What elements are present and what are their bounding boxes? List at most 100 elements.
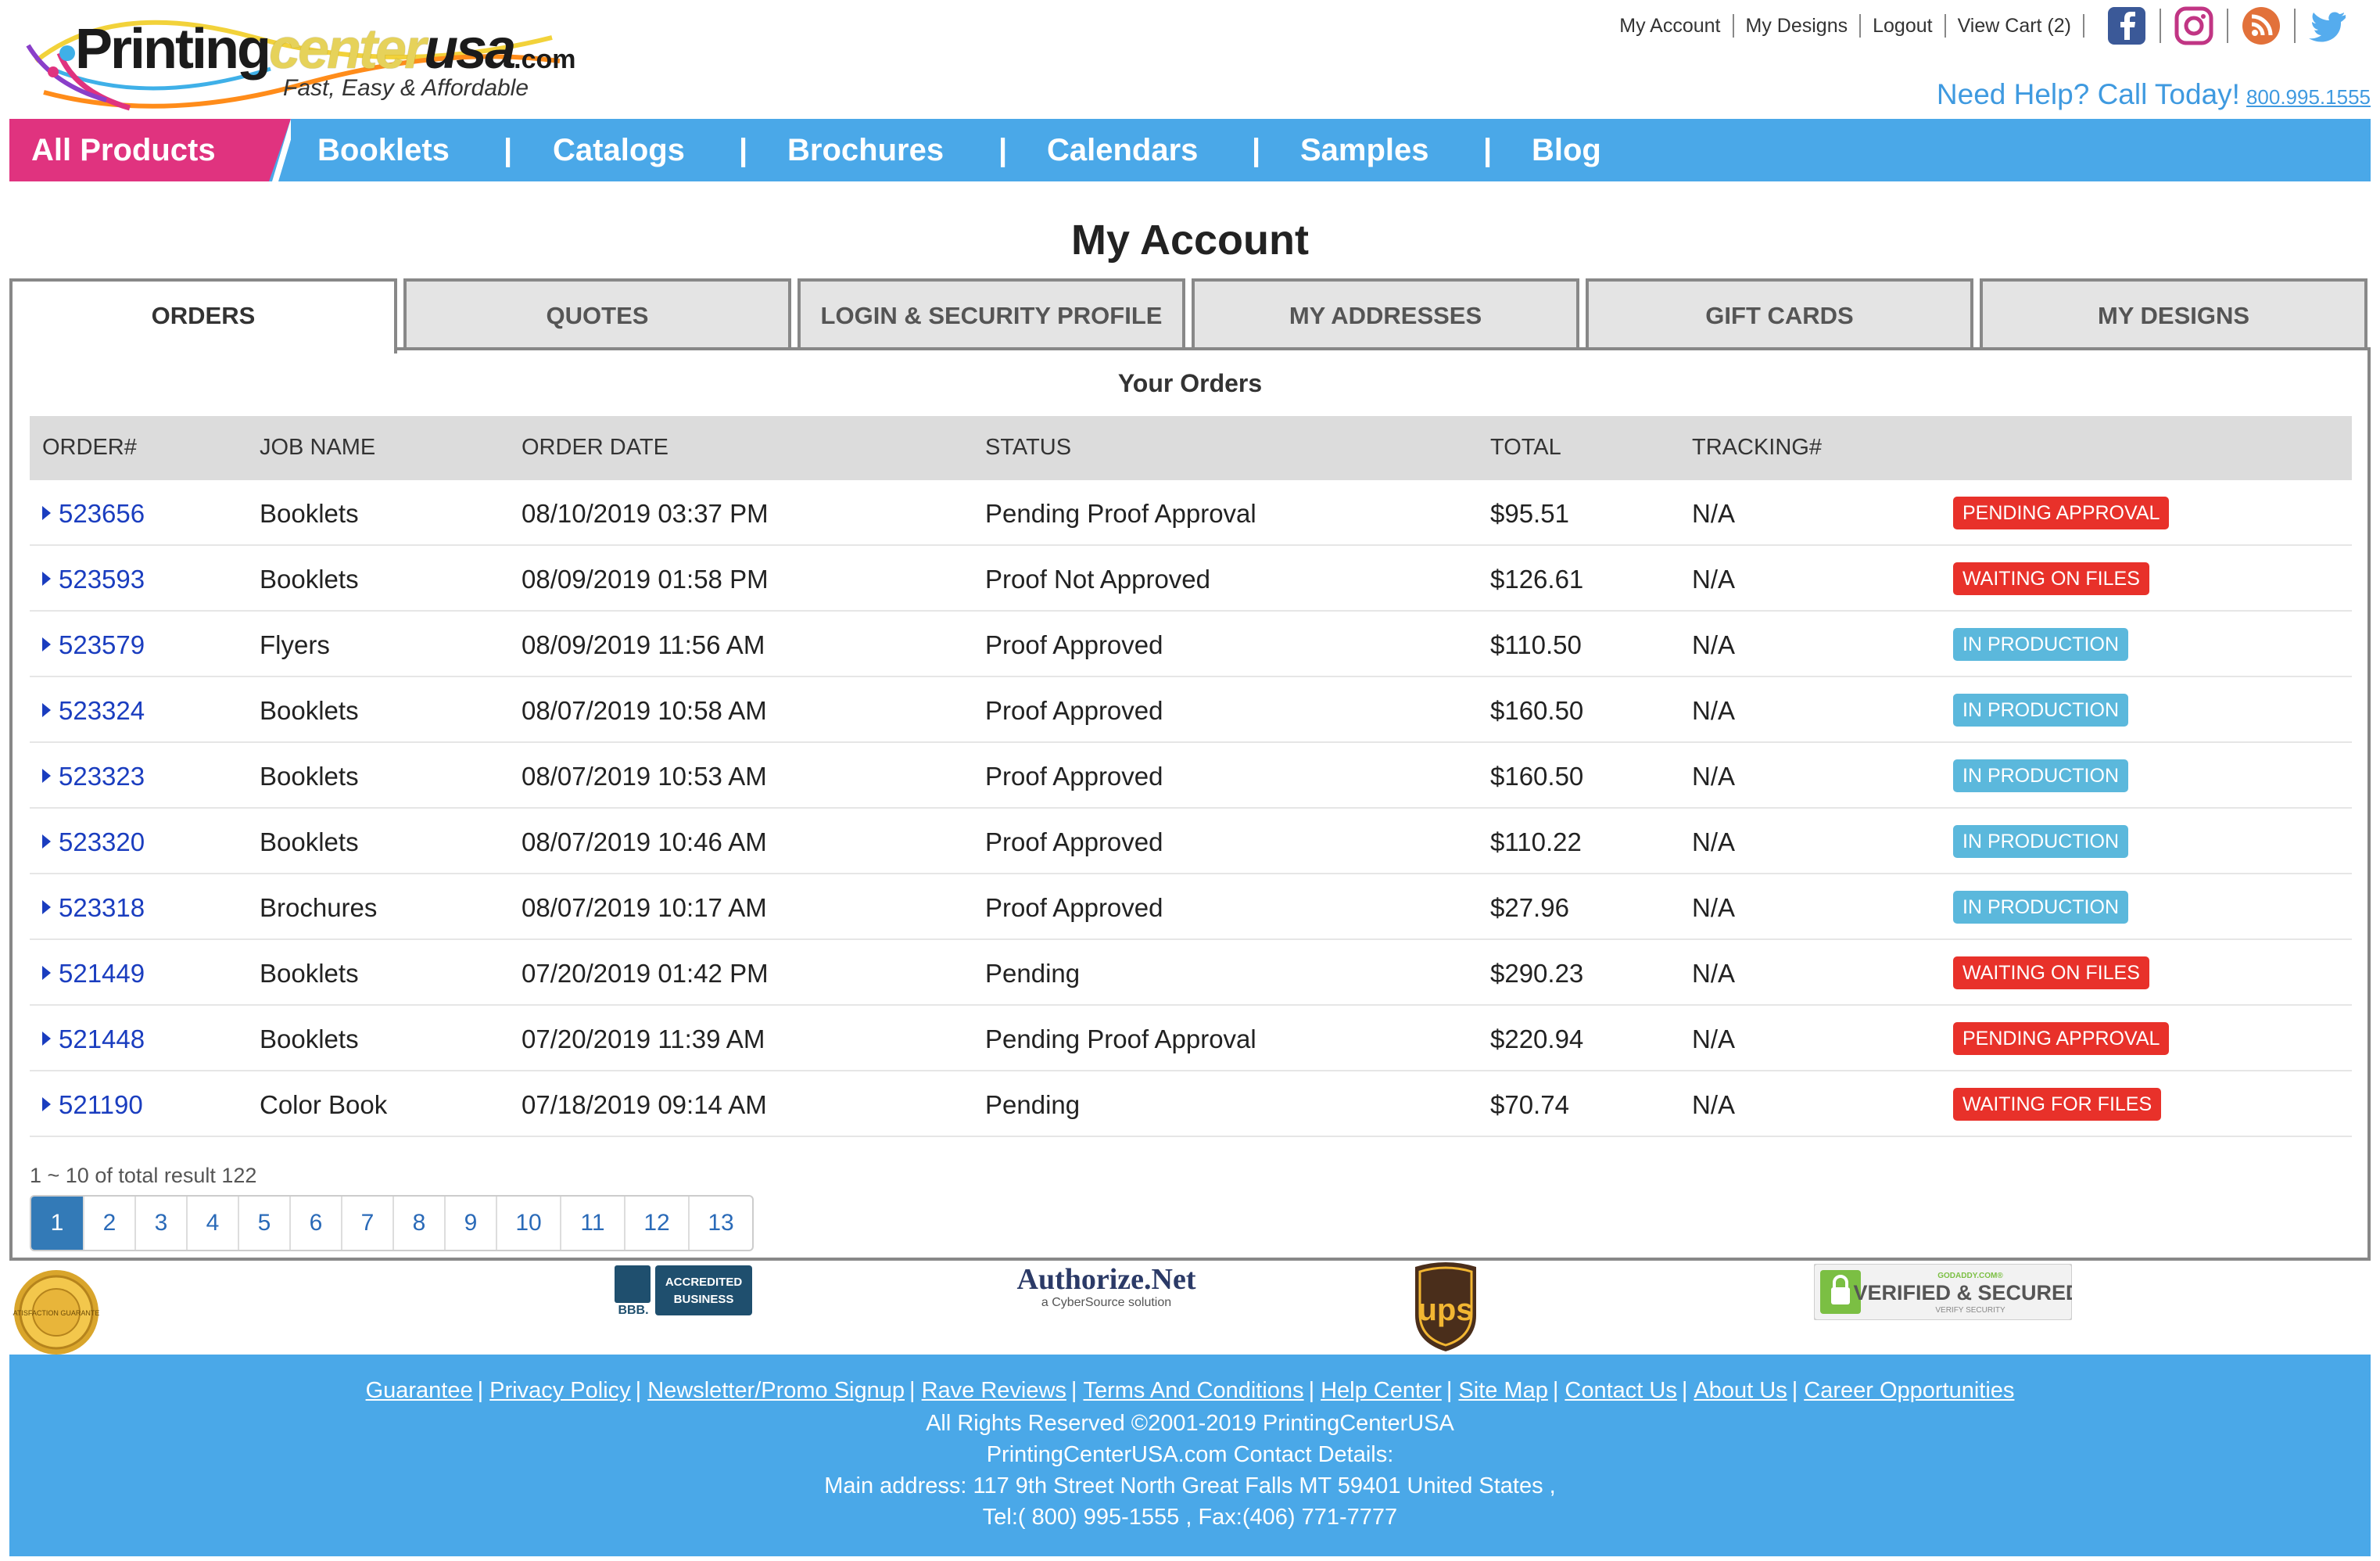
tab-login-security-profile[interactable]: LOGIN & SECURITY PROFILE <box>798 278 1185 347</box>
table-row: 523323 Booklets 08/07/2019 10:53 AM Proof A… <box>30 743 2352 809</box>
expand-caret-icon[interactable] <box>42 572 51 586</box>
site-footer: Guarantee | Privacy Policy | Newsletter/Prom… <box>9 1355 2371 1556</box>
order-number-link[interactable]: 523324 <box>42 696 145 726</box>
footer-link-about-us[interactable]: About Us <box>1694 1378 1787 1403</box>
page-link-10[interactable]: 10 <box>496 1197 560 1250</box>
order-number-link[interactable]: 523323 <box>42 762 145 791</box>
expand-caret-icon[interactable] <box>42 834 51 849</box>
footer-link-separator: | <box>1446 1378 1453 1403</box>
expand-caret-icon[interactable] <box>42 900 51 914</box>
tab-gift-cards[interactable]: GIFT CARDS <box>1586 278 1973 347</box>
expand-caret-icon[interactable] <box>42 966 51 980</box>
page-link-12[interactable]: 12 <box>624 1197 688 1250</box>
order-number-text[interactable]: 523323 <box>59 762 145 791</box>
help-phone-link[interactable]: 800.995.1555 <box>2246 85 2371 109</box>
order-number-text[interactable]: 523318 <box>59 893 145 922</box>
page-link-3[interactable]: 3 <box>134 1197 186 1250</box>
facebook-icon[interactable] <box>2106 5 2147 46</box>
order-status: Proof Approved <box>985 827 1163 856</box>
order-number-link[interactable]: 523579 <box>42 630 145 660</box>
logout-link[interactable]: Logout <box>1861 14 1946 38</box>
expand-caret-icon[interactable] <box>42 637 51 651</box>
footer-link-privacy-policy[interactable]: Privacy Policy <box>489 1378 631 1403</box>
svg-text:GODADDY.COM®: GODADDY.COM® <box>1937 1272 2003 1280</box>
expand-caret-icon[interactable] <box>42 1032 51 1046</box>
nav-item-catalogs[interactable]: Catalogs <box>553 133 685 168</box>
page-link-4[interactable]: 4 <box>186 1197 238 1250</box>
footer-link-guarantee[interactable]: Guarantee <box>366 1378 473 1403</box>
order-number-text[interactable]: 521449 <box>59 959 145 988</box>
page-link-7[interactable]: 7 <box>341 1197 392 1250</box>
footer-link-separator: | <box>1681 1378 1688 1403</box>
footer-link-help-center[interactable]: Help Center <box>1321 1378 1442 1403</box>
nav-item-brochures[interactable]: Brochures <box>787 133 944 168</box>
order-number-text[interactable]: 521190 <box>59 1090 143 1119</box>
footer-link-terms-and-conditions[interactable]: Terms And Conditions <box>1083 1378 1303 1403</box>
footer-link-separator: | <box>1791 1378 1798 1403</box>
my-designs-link[interactable]: My Designs <box>1734 14 1862 38</box>
svg-text:Authorize.Net: Authorize.Net <box>1017 1263 1196 1296</box>
nav-item-blog[interactable]: Blog <box>1532 133 1601 168</box>
trust-badges: SATISFACTION GUARANTEE BBB. ACCREDITED B… <box>0 1261 2380 1355</box>
footer-link-career-opportunities[interactable]: Career Opportunities <box>1804 1378 2014 1403</box>
page-link-6[interactable]: 6 <box>289 1197 341 1250</box>
order-number-text[interactable]: 523593 <box>59 565 145 594</box>
orders-panel: Your Orders ORDER# JOB NAME ORDER DATE S… <box>9 347 2371 1261</box>
status-badge: WAITING ON FILES <box>1953 956 2149 989</box>
order-number-link[interactable]: 523318 <box>42 893 145 923</box>
nav-all-products[interactable]: All Products <box>9 119 291 181</box>
tab-orders[interactable]: ORDERS <box>9 278 397 353</box>
nav-item-samples[interactable]: Samples <box>1300 133 1429 168</box>
footer-link-site-map[interactable]: Site Map <box>1458 1378 1547 1403</box>
page-link-9[interactable]: 9 <box>444 1197 496 1250</box>
nav-item-calendars[interactable]: Calendars <box>1047 133 1198 168</box>
orders-table: ORDER# JOB NAME ORDER DATE STATUS TOTAL … <box>30 416 2352 1137</box>
order-number-text[interactable]: 523320 <box>59 827 145 856</box>
status-badge: IN PRODUCTION <box>1953 891 2128 924</box>
svg-text:BBB.: BBB. <box>618 1304 648 1317</box>
page-link-1[interactable]: 1 <box>31 1197 83 1250</box>
page-link-11[interactable]: 11 <box>560 1197 624 1250</box>
status-badge: WAITING ON FILES <box>1953 562 2149 595</box>
expand-caret-icon[interactable] <box>42 769 51 783</box>
order-status: Proof Approved <box>985 762 1163 791</box>
svg-text:SATISFACTION GUARANTEE: SATISFACTION GUARANTEE <box>13 1309 100 1317</box>
footer-link-separator: | <box>1552 1378 1559 1403</box>
view-cart-link[interactable]: View Cart (2) <box>1946 14 2084 38</box>
page-link-13[interactable]: 13 <box>688 1197 752 1250</box>
order-date: 08/10/2019 03:37 PM <box>522 499 769 528</box>
page-link-8[interactable]: 8 <box>392 1197 444 1250</box>
expand-caret-icon[interactable] <box>42 703 51 717</box>
tab-my-addresses[interactable]: MY ADDRESSES <box>1192 278 1579 347</box>
expand-caret-icon[interactable] <box>42 1097 51 1111</box>
footer-link-contact-us[interactable]: Contact Us <box>1565 1378 1676 1403</box>
page-link-5[interactable]: 5 <box>238 1197 289 1250</box>
order-number-text[interactable]: 523579 <box>59 630 145 659</box>
instagram-icon[interactable] <box>2174 5 2214 46</box>
twitter-icon[interactable] <box>2308 5 2349 46</box>
my-account-link[interactable]: My Account <box>1608 14 1734 38</box>
tracking-number: N/A <box>1692 1090 1736 1119</box>
tab-quotes[interactable]: QUOTES <box>403 278 791 347</box>
order-number-link[interactable]: 523656 <box>42 499 145 529</box>
footer-link-rave-reviews[interactable]: Rave Reviews <box>922 1378 1066 1403</box>
page-link-2[interactable]: 2 <box>83 1197 134 1250</box>
order-number-text[interactable]: 523324 <box>59 696 145 725</box>
nav-item-booklets[interactable]: Booklets <box>317 133 450 168</box>
order-number-text[interactable]: 523656 <box>59 499 145 528</box>
order-number-link[interactable]: 523320 <box>42 827 145 857</box>
tab-my-designs[interactable]: MY DESIGNS <box>1980 278 2367 347</box>
order-number-link[interactable]: 523593 <box>42 565 145 594</box>
expand-caret-icon[interactable] <box>42 506 51 520</box>
godaddy-verified-badge: GODADDY.COM® VERIFIED & SECURED VERIFY S… <box>1813 1263 2081 1321</box>
footer-link-separator: | <box>1308 1378 1315 1403</box>
order-number-text[interactable]: 521448 <box>59 1025 145 1053</box>
rss-icon[interactable] <box>2241 5 2281 46</box>
footer-link-newsletter-promo-signup[interactable]: Newsletter/Promo Signup <box>647 1378 905 1403</box>
order-number-link[interactable]: 521448 <box>42 1025 145 1054</box>
status-badge: WAITING FOR FILES <box>1953 1088 2162 1121</box>
order-number-link[interactable]: 521190 <box>42 1090 143 1120</box>
site-logo[interactable]: Printingcenterusa.com Fast, Easy & Affor… <box>20 6 576 116</box>
order-number-link[interactable]: 521449 <box>42 959 145 989</box>
order-status: Pending <box>985 959 1081 988</box>
